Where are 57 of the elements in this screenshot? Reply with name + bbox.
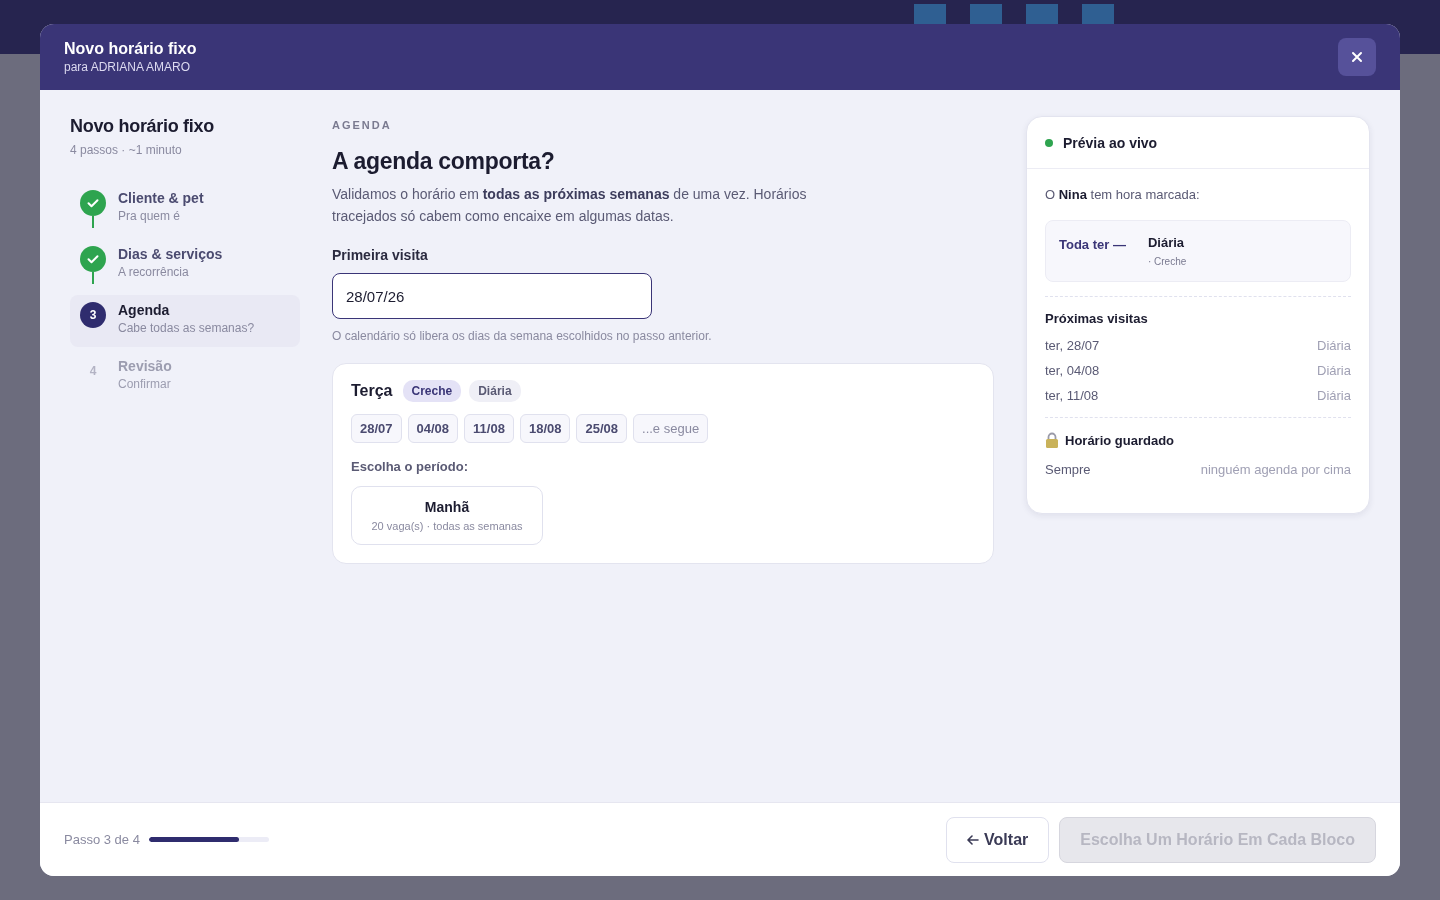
date-chip: 25/08 [576,414,627,443]
summary-service: · Creche [1147,256,1187,267]
step-label: Dias & serviços [118,246,223,262]
date-chip: ...e segue [633,414,709,443]
back-button[interactable]: Voltar [946,816,1050,863]
summary-when: Toda ter — [1059,237,1126,254]
visit-plan: Diária [1317,388,1351,403]
preview-intro: O Nina tem hora marcada: [1045,187,1201,202]
close-icon [1351,51,1363,63]
date-chip: 28/07 [351,414,402,443]
step-hint: Confirmar [118,377,172,391]
period-option[interactable]: Manhã 20 vaga(s) · todas as semanas [351,486,543,545]
preview-title: Prévia ao vivo [1063,134,1158,151]
check-circle-icon [80,190,106,216]
stepper-title: Novo horário fixo [70,116,215,137]
date-chip: 04/08 [407,414,459,443]
modal-subtitle: para ADRIANA AMARO [64,60,192,74]
step-item[interactable]: Dias & serviços A recorrência [70,239,300,291]
check-circle-icon [80,246,106,272]
guard-period: Sempre [1045,462,1091,477]
summary-plan: Diária [1147,235,1186,250]
stepper-meta: 4 passos · ~1 minuto [70,143,183,157]
section-heading: A agenda comporta? [332,148,556,175]
field-label: Primeira visita [332,247,429,263]
upcoming-title: Próximas visitas [1045,311,1149,326]
visit-plan: Diária [1317,338,1351,353]
date-chip: 18/08 [519,414,571,443]
step-item[interactable]: Cliente & pet Pra quem é [70,183,300,235]
close-button[interactable] [1338,38,1376,76]
step-hint: Cabe todas as semanas? [118,321,255,335]
step-item[interactable]: 3 Agenda Cabe todas as semanas? [70,295,300,347]
date-input-field[interactable]: 28/07/26 [332,273,652,319]
date-chip: 11/08 [464,414,514,443]
day-title: Terça [351,382,393,400]
intro-text: Validamos o horário em todas as próximas semanas de uma vez. Horários tracejados só cabem como encaixe em algumas datas. [332,185,808,226]
step-counter: Passo 3 de 4 [64,832,140,847]
step-hint: Pra quem é [118,209,182,223]
visit-date: ter, 11/08 [1045,388,1099,403]
arrow-left-icon [967,834,980,845]
step-hint: A recorrência [118,265,190,279]
tag: Diária [469,380,521,402]
step-number: 3 [80,302,106,328]
visit-date: ter, 04/08 [1045,363,1100,378]
step-label: Revisão [118,358,172,374]
period-label: Escolha o período: [351,459,469,474]
guard-title: Horário guardado [1065,432,1175,448]
step-label: Agenda [118,302,171,318]
section-eyebrow: AGENDA [332,119,393,131]
field-help-text: O calendário só libera os dias da semana escolhidos no passo anterior. [332,329,713,343]
modal-title: Novo horário fixo [64,40,197,58]
step-label: Cliente & pet [118,190,204,206]
guard-note: ninguém agenda por cima [1200,462,1351,477]
step-number: 4 [88,363,98,380]
visit-plan: Diária [1317,363,1351,378]
lock-icon [1045,432,1059,448]
visit-date: ter, 28/07 [1045,338,1100,353]
tag: Creche [402,380,462,402]
